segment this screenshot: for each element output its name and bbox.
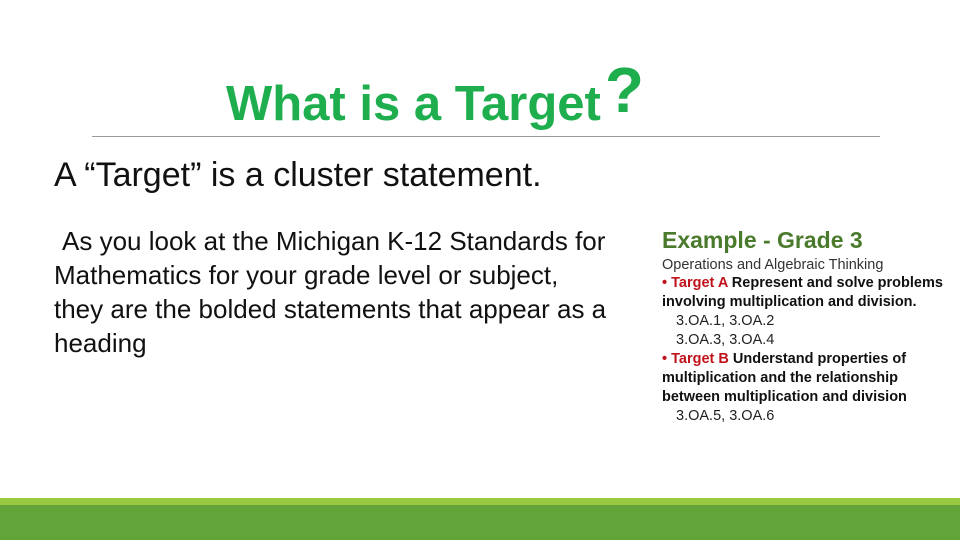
- slide-title-question-mark: ?: [604, 54, 644, 126]
- title-divider: [92, 136, 880, 137]
- body-line: Mathematics for your grade level or subj…: [54, 260, 559, 290]
- footer-accent-band: [0, 498, 960, 505]
- slide-subtitle: A “Target” is a cluster statement.: [54, 156, 542, 194]
- target-b-bullet: •: [662, 351, 672, 367]
- example-domain: Operations and Algebraic Thinking: [662, 257, 884, 273]
- body-text: As you look at the Michigan K-12 Standar…: [54, 224, 654, 360]
- target-a-code: 3.OA.1, 3.OA.2: [676, 313, 775, 329]
- body-line: they are the bolded statements that appe…: [54, 294, 607, 324]
- body-line: As you look at the Michigan K-12 Standar…: [62, 226, 606, 256]
- target-a: • Target A Represent and solve problems …: [662, 274, 947, 312]
- example-panel: Example - Grade 3 Operations and Algebra…: [662, 226, 947, 426]
- slide-title-text: What is a Target: [226, 77, 601, 131]
- target-b-label: Target B: [671, 351, 729, 367]
- target-b: • Target B Understand properties of mult…: [662, 350, 947, 407]
- target-a-label: Target A: [671, 275, 728, 291]
- body-line: heading: [54, 328, 147, 358]
- footer-band: [0, 505, 960, 540]
- example-heading: Example - Grade 3: [662, 227, 863, 253]
- target-a-code: 3.OA.3, 3.OA.4: [676, 332, 775, 348]
- target-a-bullet: •: [662, 275, 672, 291]
- slide-title: What is a Target?: [226, 58, 644, 131]
- target-b-code: 3.OA.5, 3.OA.6: [676, 408, 775, 424]
